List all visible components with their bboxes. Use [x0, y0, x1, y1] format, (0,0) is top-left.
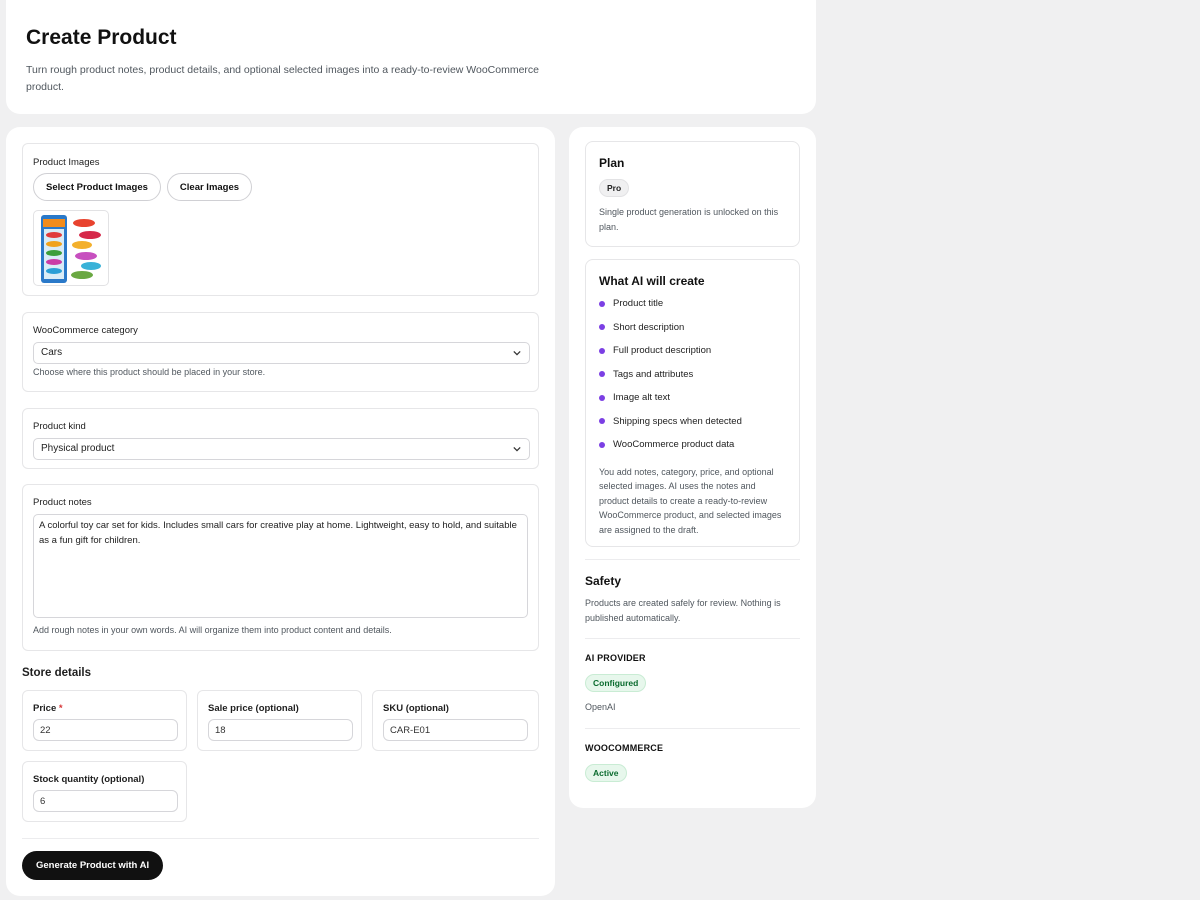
ai-provider-status-badge: Configured: [585, 674, 647, 692]
plan-badge: Pro: [599, 179, 630, 197]
list-item: WooCommerce product data: [599, 433, 786, 457]
sale-price-input[interactable]: 18: [208, 719, 353, 741]
ai-create-list: Product title Short description Full pro…: [599, 292, 786, 457]
sku-input[interactable]: CAR-E01: [383, 719, 528, 741]
plan-box: Plan Pro Single product generation is un…: [585, 141, 800, 247]
stock-quantity-label: Stock quantity (optional): [33, 774, 145, 785]
ai-provider-label: AI PROVIDER: [585, 653, 646, 663]
divider: [585, 728, 800, 729]
chevron-down-icon: [513, 350, 521, 356]
product-images-label: Product Images: [33, 157, 100, 168]
product-kind-select[interactable]: Physical product: [33, 438, 530, 460]
ai-provider-section: AI PROVIDER Configured OpenAI: [585, 653, 800, 715]
divider: [585, 638, 800, 639]
ai-create-box: What AI will create Product title Short …: [585, 259, 800, 547]
plan-text: Single product generation is unlocked on…: [599, 207, 779, 232]
product-kind-select-value: Physical product: [41, 443, 115, 454]
clear-images-button[interactable]: Clear Images: [166, 173, 253, 201]
product-kind-label: Product kind: [33, 421, 86, 432]
stock-quantity-field: Stock quantity (optional) 6: [22, 761, 187, 822]
product-images-section: Product Images Select Product Images Cle…: [22, 143, 539, 296]
category-label: WooCommerce category: [33, 325, 138, 336]
safety-title: Safety: [585, 574, 622, 588]
page-subtitle: Turn rough product notes, product detail…: [26, 64, 540, 93]
price-field: Price * 22: [22, 690, 187, 751]
bullet-dot-icon: [599, 441, 605, 448]
sidebar-card: Plan Pro Single product generation is un…: [569, 127, 816, 808]
product-notes-help: Add rough notes in your own words. AI wi…: [33, 625, 392, 635]
product-notes-section: Product notes A colorful toy car set for…: [22, 484, 539, 651]
bullet-dot-icon: [599, 324, 605, 331]
ai-create-title: What AI will create: [599, 274, 705, 288]
bullet-dot-icon: [599, 418, 605, 425]
list-item: Full product description: [599, 339, 786, 363]
plan-title: Plan: [599, 156, 625, 170]
product-notes-label: Product notes: [33, 497, 92, 508]
bullet-dot-icon: [599, 300, 605, 307]
product-kind-section: Product kind Physical product: [22, 408, 539, 469]
page: Create Product Turn rough product notes,…: [0, 0, 830, 900]
ai-create-text: You add notes, category, price, and opti…: [599, 466, 782, 535]
category-help: Choose where this product should be plac…: [33, 367, 266, 377]
sale-price-label: Sale price (optional): [208, 703, 299, 714]
list-item: Shipping specs when detected: [599, 410, 786, 434]
header-card: Create Product Turn rough product notes,…: [6, 0, 816, 114]
select-product-images-button[interactable]: Select Product Images: [33, 173, 161, 201]
toy-cars-image: [41, 215, 101, 283]
divider: [22, 838, 539, 839]
divider: [585, 559, 800, 560]
product-image-thumbnail[interactable]: [33, 210, 109, 286]
list-item: Tags and attributes: [599, 363, 786, 387]
bullet-dot-icon: [599, 347, 605, 354]
safety-section: Safety Products are created safely for r…: [585, 574, 800, 625]
sku-label: SKU (optional): [383, 703, 449, 714]
bullet-dot-icon: [599, 371, 605, 378]
list-item: Short description: [599, 316, 786, 340]
list-item: Image alt text: [599, 386, 786, 410]
stock-quantity-input[interactable]: 6: [33, 790, 178, 812]
category-section: WooCommerce category Cars Choose where t…: [22, 312, 539, 392]
price-input[interactable]: 22: [33, 719, 178, 741]
product-notes-textarea[interactable]: A colorful toy car set for kids. Include…: [33, 514, 528, 618]
generate-product-button[interactable]: Generate Product with AI: [22, 851, 164, 880]
category-select-value: Cars: [41, 347, 63, 358]
chevron-down-icon: [513, 446, 521, 452]
list-item: Product title: [599, 292, 786, 316]
store-details-title: Store details: [22, 667, 92, 679]
category-select[interactable]: Cars: [33, 342, 530, 364]
woocommerce-section: WOOCOMMERCE Active: [585, 743, 800, 782]
required-mark: *: [58, 703, 63, 714]
safety-text: Products are created safely for review. …: [585, 598, 781, 623]
woocommerce-label: WOOCOMMERCE: [585, 743, 664, 753]
product-form-card: Product Images Select Product Images Cle…: [6, 127, 555, 896]
woocommerce-status-badge: Active: [585, 764, 627, 782]
price-label: Price *: [33, 703, 63, 714]
sale-price-field: Sale price (optional) 18: [197, 690, 362, 751]
page-title: Create Product: [26, 26, 177, 49]
ai-provider-name: OpenAI: [585, 702, 616, 712]
sku-field: SKU (optional) CAR-E01: [372, 690, 539, 751]
bullet-dot-icon: [599, 394, 605, 401]
